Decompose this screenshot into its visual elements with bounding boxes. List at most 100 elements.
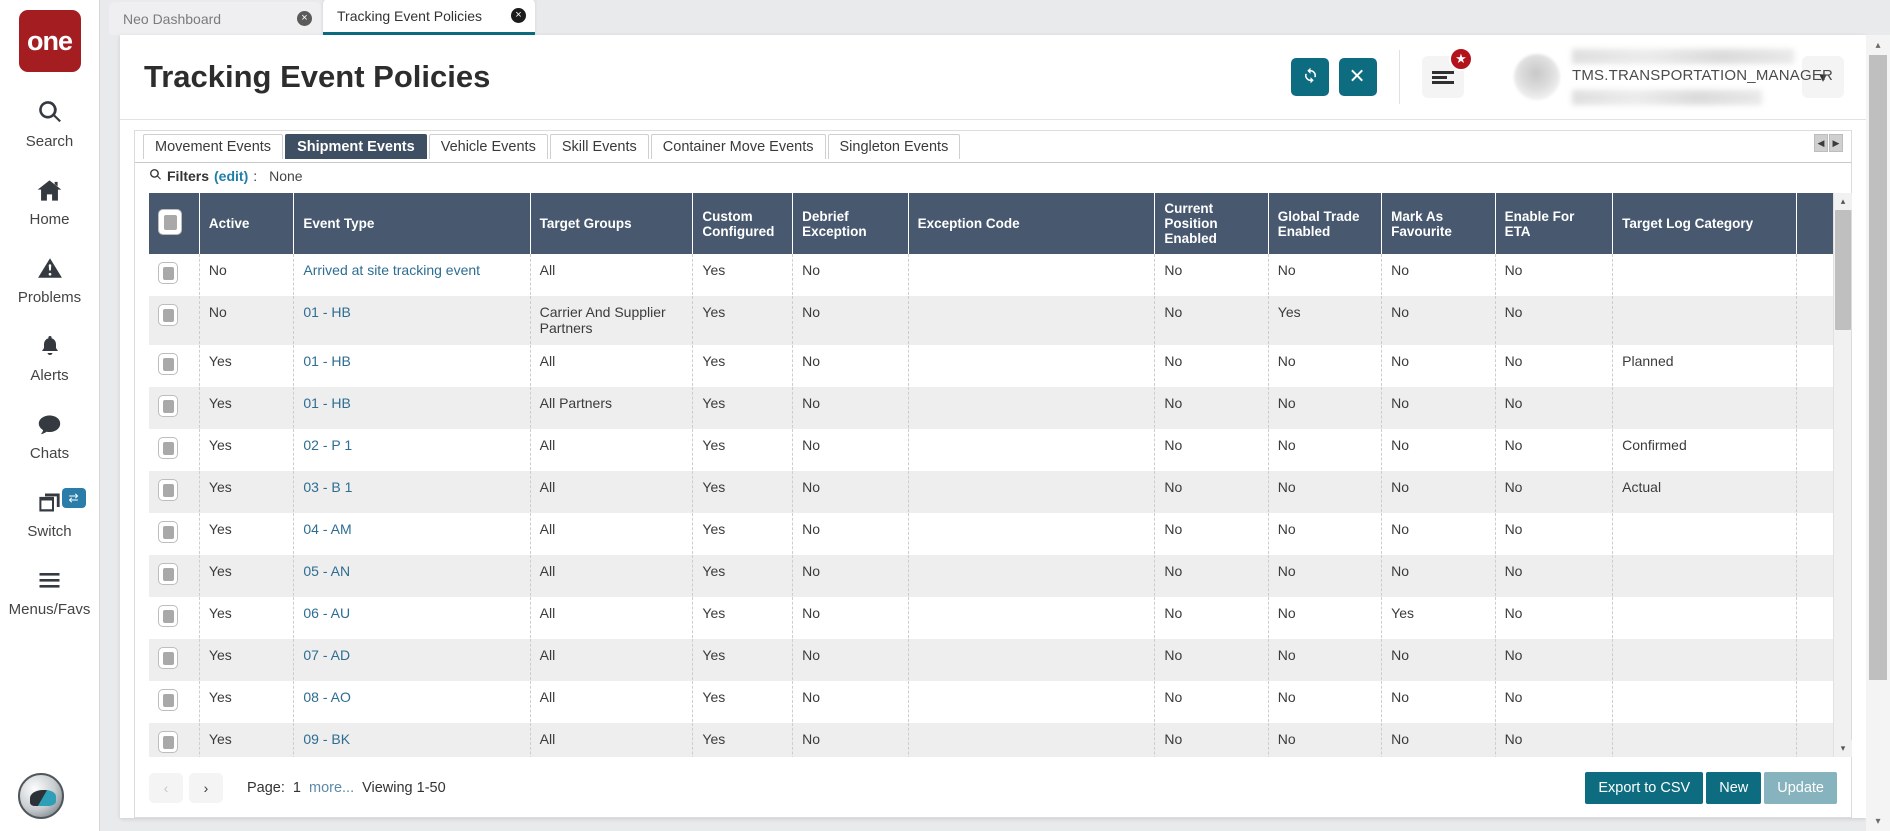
close-icon[interactable]: × [297, 11, 312, 26]
rail-item-switch[interactable]: ⇄ Switch [0, 484, 100, 540]
table-scrollbar-thumb[interactable] [1835, 210, 1851, 330]
table-row[interactable]: Yes 03 - B 1 All Yes No No No No No Actual [149, 470, 1833, 513]
rail-item-search[interactable]: Search [0, 94, 100, 150]
column-header-event-type[interactable]: Event Type [293, 193, 531, 254]
row-select-cell[interactable] [149, 722, 200, 757]
cell-event-type[interactable]: 09 - BK [293, 722, 531, 757]
row-select-cell[interactable] [149, 638, 200, 681]
scroll-left-icon[interactable]: ◀ [1814, 134, 1828, 152]
brand-logo[interactable]: one [18, 10, 81, 72]
row-select-cell[interactable] [149, 386, 200, 429]
row-checkbox[interactable] [158, 262, 178, 284]
table-row[interactable]: Yes 02 - P 1 All Yes No No No No No Confirmed [149, 428, 1833, 471]
table-row[interactable]: Yes 09 - BK All Yes No No No No No [149, 722, 1833, 757]
avatar[interactable] [1514, 54, 1560, 100]
page-vertical-scrollbar[interactable]: ▴ ▾ [1866, 35, 1890, 831]
column-header-current-position-enabled[interactable]: Current Position Enabled [1154, 193, 1269, 254]
table-row[interactable]: No Arrived at site tracking event All Yes No… [149, 254, 1833, 296]
tab-skill-events[interactable]: Skill Events [549, 134, 649, 159]
next-page-button[interactable]: › [189, 773, 223, 803]
row-checkbox[interactable] [158, 731, 178, 753]
select-all-header[interactable] [149, 193, 200, 254]
row-checkbox[interactable] [158, 647, 178, 669]
row-select-cell[interactable] [149, 680, 200, 723]
cell-event-type[interactable]: 01 - HB [293, 295, 531, 345]
favourite-star-badge[interactable]: ★ [1449, 47, 1473, 71]
row-select-cell[interactable] [149, 596, 200, 639]
export-to-csv-button[interactable]: Export to CSV [1585, 772, 1704, 804]
new-button[interactable]: New [1706, 772, 1762, 804]
row-checkbox[interactable] [158, 395, 178, 417]
column-header-enable-for-eta[interactable]: Enable For ETA [1495, 193, 1614, 254]
column-header-target-groups[interactable]: Target Groups [530, 193, 694, 254]
cell-event-type[interactable]: 06 - AU [293, 596, 531, 639]
filters-edit-link[interactable]: (edit) [214, 168, 248, 184]
close-page-button[interactable] [1339, 58, 1377, 96]
cell-event-type[interactable]: 03 - B 1 [293, 470, 531, 513]
browser-tab-tracking-event-policies[interactable]: Tracking Event Policies × [323, 0, 535, 35]
page-scrollbar-thumb[interactable] [1869, 55, 1887, 680]
tab-container-move-events[interactable]: Container Move Events [650, 134, 826, 159]
column-header-custom-configured[interactable]: Custom Configured [692, 193, 794, 254]
page-number[interactable]: 1 [293, 780, 301, 796]
row-select-cell[interactable] [149, 344, 200, 387]
column-header-target-log-category[interactable]: Target Log Category [1612, 193, 1797, 254]
table-row[interactable]: Yes 01 - HB All Yes No No No No No Planned [149, 344, 1833, 387]
table-row[interactable]: No 01 - HB Carrier And Supplier Partners Ye… [149, 295, 1833, 345]
scroll-up-icon[interactable]: ▴ [1866, 35, 1890, 55]
row-select-cell[interactable] [149, 470, 200, 513]
row-checkbox[interactable] [158, 521, 178, 543]
scroll-down-icon[interactable]: ▾ [1834, 740, 1852, 757]
browser-tab-neo-dashboard[interactable]: Neo Dashboard × [109, 2, 321, 35]
select-all-checkbox[interactable] [158, 209, 182, 235]
tab-movement-events[interactable]: Movement Events [143, 134, 284, 159]
cell-event-type[interactable]: 07 - AD [293, 638, 531, 681]
refresh-button[interactable] [1291, 58, 1329, 96]
tab-shipment-events[interactable]: Shipment Events [285, 134, 427, 159]
table-row[interactable]: Yes 06 - AU All Yes No No No Yes No [149, 596, 1833, 639]
rail-item-problems[interactable]: Problems [0, 250, 100, 306]
cell-event-type[interactable]: 04 - AM [293, 512, 531, 555]
table-row[interactable]: Yes 05 - AN All Yes No No No No No [149, 554, 1833, 597]
row-checkbox[interactable] [158, 304, 178, 326]
rail-item-alerts[interactable]: Alerts [0, 328, 100, 384]
cell-event-type[interactable]: 02 - P 1 [293, 428, 531, 471]
cell-event-type[interactable]: 01 - HB [293, 386, 531, 429]
rail-user-avatar[interactable] [18, 773, 64, 819]
row-select-cell[interactable] [149, 554, 200, 597]
scroll-right-icon[interactable]: ▶ [1829, 134, 1843, 152]
close-icon[interactable]: × [511, 8, 526, 23]
column-header-global-trade-enabled[interactable]: Global Trade Enabled [1268, 193, 1383, 254]
more-pages-link[interactable]: more... [309, 780, 354, 796]
table-row[interactable]: Yes 07 - AD All Yes No No No No No [149, 638, 1833, 681]
previous-page-button[interactable]: ‹ [149, 773, 183, 803]
row-checkbox[interactable] [158, 605, 178, 627]
tab-vehicle-events[interactable]: Vehicle Events [428, 134, 548, 159]
row-checkbox[interactable] [158, 689, 178, 711]
row-checkbox[interactable] [158, 563, 178, 585]
cell-event-type[interactable]: 05 - AN [293, 554, 531, 597]
rail-item-home[interactable]: Home [0, 172, 100, 228]
tab-singleton-events[interactable]: Singleton Events [827, 134, 961, 159]
row-checkbox[interactable] [158, 353, 178, 375]
cell-event-type[interactable]: Arrived at site tracking event [293, 254, 531, 296]
row-select-cell[interactable] [149, 512, 200, 555]
rail-item-chats[interactable]: Chats [0, 406, 100, 462]
cell-event-type[interactable]: 08 - AO [293, 680, 531, 723]
header-menu-button[interactable]: ★ [1422, 47, 1473, 98]
scroll-up-icon[interactable]: ▴ [1834, 193, 1852, 210]
scroll-down-icon[interactable]: ▾ [1866, 811, 1890, 831]
switch-badge[interactable]: ⇄ [61, 488, 86, 508]
table-vertical-scrollbar[interactable]: ▴ ▾ [1833, 193, 1852, 757]
column-header-active[interactable]: Active [199, 193, 295, 254]
row-select-cell[interactable] [149, 295, 200, 345]
row-select-cell[interactable] [149, 254, 200, 296]
row-checkbox[interactable] [158, 479, 178, 501]
cell-event-type[interactable]: 01 - HB [293, 344, 531, 387]
column-header-debrief-exception[interactable]: Debrief Exception [792, 193, 909, 254]
column-header-mark-as-favourite[interactable]: Mark As Favourite [1381, 193, 1496, 254]
row-checkbox[interactable] [158, 437, 178, 459]
table-row[interactable]: Yes 04 - AM All Yes No No No No No [149, 512, 1833, 555]
rail-item-menus-favs[interactable]: Menus/Favs [0, 562, 100, 618]
column-header-exception-code[interactable]: Exception Code [908, 193, 1156, 254]
